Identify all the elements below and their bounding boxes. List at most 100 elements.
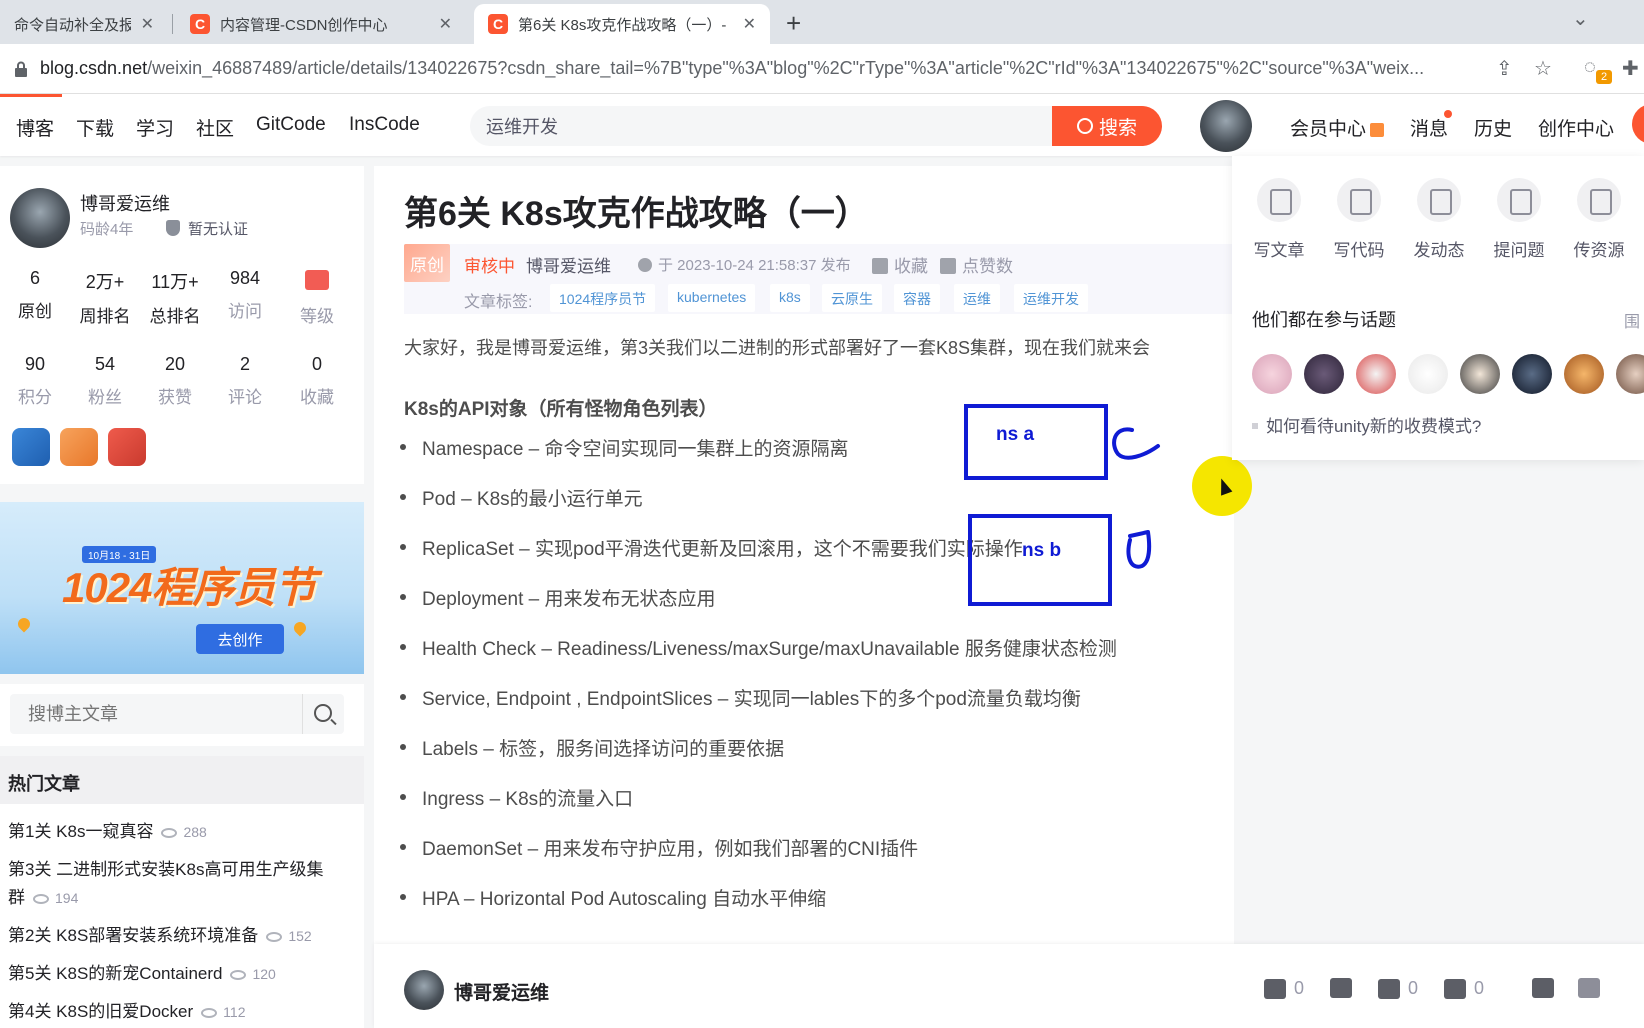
stat-original[interactable]: 6 原创 <box>2 268 68 322</box>
hot-article-item[interactable]: 第4关 K8S的旧爱Docker 112 <box>8 998 348 1026</box>
blog-search-panel <box>0 684 364 746</box>
article-tag[interactable]: 运维 <box>954 284 1000 312</box>
browser-tab-1[interactable]: 命令自动补全及报错 ✕ <box>0 4 168 44</box>
nav-vip-center[interactable]: 会员中心 <box>1290 114 1385 141</box>
lock-icon[interactable] <box>14 61 28 77</box>
action-upload-resource[interactable]: 传资源 <box>1566 178 1632 261</box>
toolbar-favorite-button[interactable]: 0 <box>1378 978 1418 999</box>
csdn-top-nav: 博客 下载 学习 社区 GitCode InsCode 搜索 会员中心 消息 历… <box>0 94 1644 156</box>
article-author[interactable]: 博哥爱运维 <box>526 252 611 277</box>
participant-avatar[interactable] <box>1564 354 1604 394</box>
participant-avatar[interactable] <box>1252 354 1292 394</box>
toolbar-dislike-button[interactable] <box>1330 978 1360 998</box>
stat-value: 54 <box>94 354 116 374</box>
topics-more-link[interactable]: 围 <box>1624 308 1640 332</box>
star-icon <box>1378 978 1400 999</box>
nav-link-download[interactable]: 下载 <box>76 114 114 141</box>
hot-topic-link[interactable]: 如何看待unity新的收费模式? <box>1252 412 1481 437</box>
close-icon[interactable]: ✕ <box>743 14 756 34</box>
participant-avatar[interactable] <box>1616 354 1644 394</box>
nav-creation-center[interactable]: 创作中心 <box>1538 114 1614 141</box>
csdn-favicon-icon: C <box>488 14 508 34</box>
nav-messages[interactable]: 消息 <box>1410 114 1448 141</box>
nav-link-inscode[interactable]: InsCode <box>349 114 420 136</box>
article-tag[interactable]: 容器 <box>894 284 940 312</box>
nav-link-blog[interactable]: 博客 <box>16 114 54 141</box>
toolbar-like-button[interactable]: 0 <box>1264 978 1304 999</box>
favorite-button[interactable]: 收藏 <box>872 252 928 277</box>
participant-avatar[interactable] <box>1304 354 1344 394</box>
close-icon[interactable]: ✕ <box>141 14 154 34</box>
promo-create-button[interactable]: 去创作 <box>196 624 284 654</box>
tab-title: 第6关 K8s攻克作战攻略（一）- <box>518 16 727 34</box>
view-count-value: 194 <box>55 890 79 906</box>
article-tag[interactable]: 1024程序员节 <box>550 284 656 312</box>
api-object-item: ReplicaSet – 实现pod平滑迭代更新及回滚用，这个不需要我们实际操作 <box>400 534 1023 561</box>
share-icon[interactable]: ⇪ <box>1496 56 1513 81</box>
extension-icon[interactable]: ◌ <box>1584 56 1596 79</box>
hot-articles-panel: 热门文章 第1关 K8s一窥真容 288 第3关 二进制形式安装K8s高可用生产级… <box>0 756 364 1028</box>
user-avatar[interactable] <box>1200 100 1252 152</box>
site-search-input[interactable] <box>470 106 1010 146</box>
participant-avatar[interactable] <box>1408 354 1448 394</box>
stat-total-rank[interactable]: 11万+ 总排名 <box>142 268 208 327</box>
author-name[interactable]: 博哥爱运维 <box>80 190 170 216</box>
toolbar-pdf-button[interactable] <box>1578 978 1608 998</box>
nav-link-community[interactable]: 社区 <box>196 114 234 141</box>
puzzle-icon[interactable]: ✚ <box>1622 56 1639 81</box>
article-tag[interactable]: k8s <box>770 284 810 312</box>
chevron-down-icon[interactable]: ⌄ <box>1572 6 1589 31</box>
stat-label: 原创 <box>18 302 52 321</box>
author-avatar[interactable] <box>404 970 444 1010</box>
browser-tab-2[interactable]: C 内容管理-CSDN创作中心 ✕ <box>176 4 466 44</box>
stat-level[interactable]: 等级 <box>284 268 350 327</box>
article-tag[interactable]: 运维开发 <box>1014 284 1088 312</box>
article-tag[interactable]: 云原生 <box>822 284 882 312</box>
nav-link-learn[interactable]: 学习 <box>136 114 174 141</box>
stat-favorites: 0 收藏 <box>284 354 350 408</box>
creation-popover: 写文章 写代码 发动态 提问题 传资源 他们都在参与话题 围 如何看待unity… <box>1232 156 1644 460</box>
action-ask-question[interactable]: 提问题 <box>1486 178 1552 261</box>
hot-article-item[interactable]: 第3关 二进制形式安装K8s高可用生产级集群 194 <box>8 856 338 912</box>
like-button[interactable]: 点赞数 <box>940 252 1013 277</box>
action-post-update[interactable]: 发动态 <box>1406 178 1472 261</box>
terminal-icon <box>1417 178 1461 222</box>
promo-banner-1024[interactable]: 10月18 - 31日 1024程序员节 去创作 <box>0 502 364 674</box>
participant-avatar[interactable] <box>1512 354 1552 394</box>
search-icon[interactable] <box>314 704 332 722</box>
stat-fans[interactable]: 54 粉丝 <box>72 354 138 408</box>
action-write-code[interactable]: 写代码 <box>1326 178 1392 261</box>
stat-weekly-rank[interactable]: 2万+ 周排名 <box>72 268 138 327</box>
address-bar[interactable]: blog.csdn.net/weixin_46887489/article/de… <box>0 44 1644 94</box>
hot-article-item[interactable]: 第5关 K8S的新宠Containerd 120 <box>8 960 348 988</box>
participant-avatar[interactable] <box>1356 354 1396 394</box>
new-tab-plus-icon[interactable]: + <box>786 8 801 39</box>
achievement-badge-icon[interactable] <box>60 428 98 466</box>
toolbar-author-name[interactable]: 博哥爱运维 <box>454 978 549 1005</box>
search-button[interactable]: 搜索 <box>1052 106 1162 146</box>
article-tag[interactable]: kubernetes <box>668 284 756 312</box>
publish-date: 于 2023-10-24 21:58:37 发布 <box>638 254 851 275</box>
location-pin-icon <box>291 619 309 637</box>
star-icon[interactable]: ☆ <box>1534 56 1552 81</box>
action-write-article[interactable]: 写文章 <box>1246 178 1312 261</box>
stat-value: 90 <box>24 354 46 374</box>
hot-article-title: 第2关 K8S部署安装系统环境准备 <box>8 926 259 945</box>
nav-link-gitcode[interactable]: GitCode <box>256 114 326 136</box>
annotation-scribble-icon <box>1112 427 1160 569</box>
achievement-badge-icon[interactable] <box>12 428 50 466</box>
hot-article-item[interactable]: 第2关 K8S部署安装系统环境准备 152 <box>8 922 348 950</box>
toolbar-comment-button[interactable]: 0 <box>1444 978 1484 999</box>
hot-article-item[interactable]: 第1关 K8s一窥真容 288 <box>8 818 348 846</box>
author-avatar[interactable] <box>10 188 70 248</box>
url-text[interactable]: blog.csdn.net/weixin_46887489/article/de… <box>40 58 1480 79</box>
stat-comments: 2 评论 <box>212 354 278 408</box>
toolbar-share-button[interactable] <box>1532 978 1562 998</box>
nav-history[interactable]: 历史 <box>1474 114 1512 141</box>
blog-search-input[interactable] <box>10 694 290 734</box>
tab-title: 命令自动补全及报错 <box>14 16 131 34</box>
achievement-badge-icon[interactable] <box>108 428 146 466</box>
close-icon[interactable]: ✕ <box>439 14 452 34</box>
browser-tab-3[interactable]: C 第6关 K8s攻克作战攻略（一）- ✕ <box>474 4 770 44</box>
participant-avatar[interactable] <box>1460 354 1500 394</box>
